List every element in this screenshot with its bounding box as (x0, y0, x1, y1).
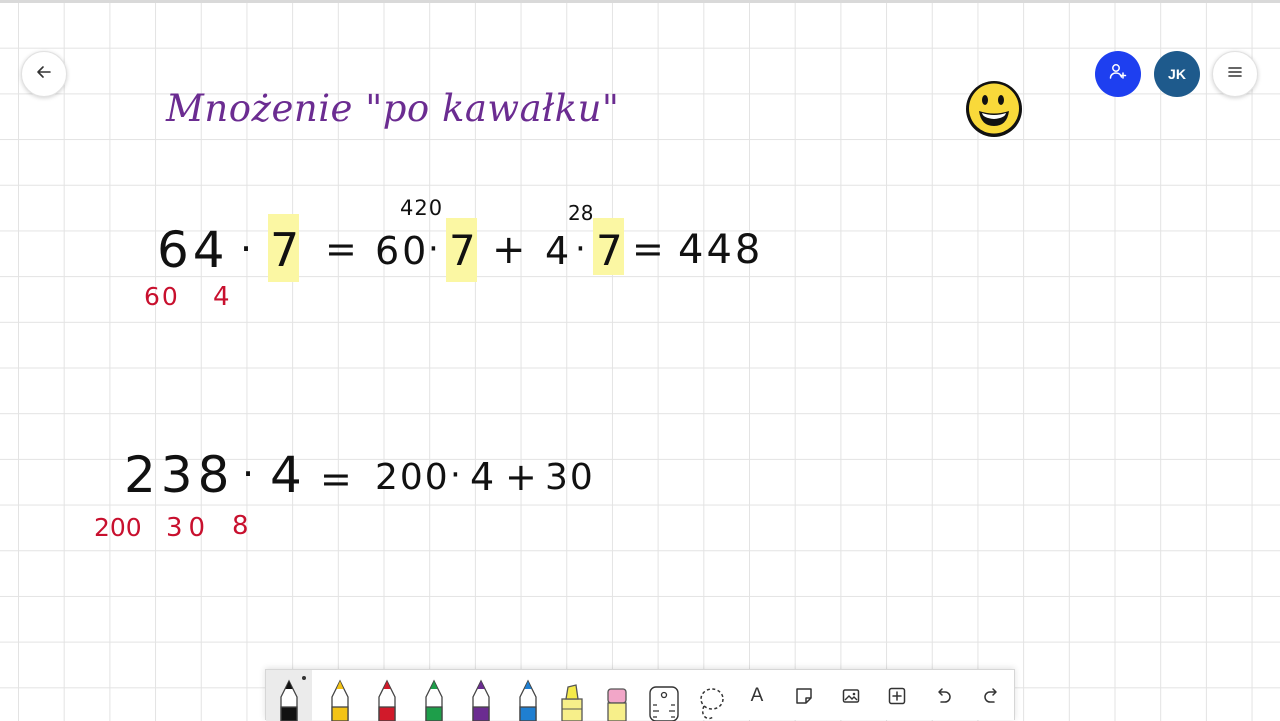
add-person-icon (1108, 62, 1128, 86)
back-button[interactable] (21, 51, 67, 97)
eq1-split-value: 60 (144, 282, 180, 311)
eq2-equals: = (320, 457, 352, 501)
eq1-part-7: 7 (449, 226, 476, 275)
sticky-note-tool[interactable] (791, 683, 817, 709)
eq1-split-value: 4 (213, 282, 230, 312)
purple-pen-tool[interactable] (461, 670, 501, 721)
pen-icon (472, 679, 490, 721)
eq1-dot: · (575, 229, 586, 269)
text-tool[interactable]: A (744, 683, 770, 709)
eq1-part-7: 7 (596, 226, 623, 275)
active-dot-indicator (302, 676, 306, 680)
eq1-partial-product: 420 (400, 196, 444, 220)
pen-color-band (425, 706, 443, 721)
eq1-plus: + (492, 227, 526, 273)
ruler-icon (649, 686, 679, 721)
board-title: Mnożenie "po kawałku" (166, 87, 620, 130)
eq1-dot: · (240, 227, 253, 271)
eq1-partial-product: 28 (568, 201, 594, 225)
menu-button[interactable] (1212, 51, 1258, 97)
undo-icon (938, 688, 951, 703)
pen-color-band (472, 706, 490, 721)
ruler-tool[interactable] (644, 670, 684, 721)
pen-color-band (331, 706, 349, 721)
invite-user-button[interactable] (1095, 51, 1141, 97)
eq2-part-30: 30 (545, 457, 595, 498)
eq2-dot: · (242, 452, 255, 496)
black-pen-tool[interactable] (266, 670, 312, 721)
top-edge (0, 0, 1280, 3)
redo-icon (984, 688, 997, 703)
eq1-factor-64: 64 (157, 221, 229, 279)
pen-icon (331, 679, 349, 721)
pen-icon (425, 679, 443, 721)
drawing-toolbar: A (265, 669, 1015, 721)
redo-button[interactable] (978, 683, 1004, 709)
pen-icon (519, 679, 537, 721)
insert-tool[interactable] (884, 683, 910, 709)
grinning-face-icon (964, 78, 1024, 144)
eq1-part-60: 60 (375, 229, 430, 273)
yellow-pen-tool[interactable] (320, 670, 360, 721)
pen-icon (280, 679, 298, 721)
image-tool[interactable] (838, 683, 864, 709)
arrow-left-icon (34, 62, 54, 86)
eq2-split-value: 200 (94, 513, 142, 542)
eq2-factor-238: 238 (124, 446, 235, 504)
lasso-tool[interactable] (691, 670, 731, 721)
eq1-result: 448 (678, 227, 764, 273)
eq2-split-value: 8 (232, 511, 249, 541)
eq2-factor-4: 4 (270, 446, 302, 504)
eq2-dot: · (450, 455, 461, 495)
eq1-equals: = (325, 227, 357, 271)
image-icon (842, 689, 860, 703)
eq1-equals: = (632, 227, 664, 271)
hamburger-icon (1225, 62, 1245, 86)
eq1-dot: · (428, 229, 439, 269)
user-avatar[interactable]: JK (1154, 51, 1200, 97)
plus-box-icon (888, 687, 906, 705)
highlighter-tool[interactable] (552, 670, 592, 721)
pen-icon (378, 679, 396, 721)
eq2-part-4: 4 (470, 455, 495, 499)
red-pen-tool[interactable] (367, 670, 407, 721)
eq2-plus: + (505, 455, 537, 499)
eq2-part-200: 200 (375, 457, 450, 498)
undo-button[interactable] (931, 683, 957, 709)
lasso-icon (700, 688, 724, 720)
pen-color-band (280, 706, 298, 721)
eq2-split-value: 30 (166, 513, 212, 543)
sticky-note-icon (796, 688, 812, 704)
eraser-icon (607, 688, 627, 721)
highlighter-icon (561, 684, 583, 721)
pen-color-band (519, 706, 537, 721)
pen-color-band (378, 706, 396, 721)
green-pen-tool[interactable] (414, 670, 454, 721)
eraser-tool[interactable] (598, 670, 636, 721)
eq1-part-4: 4 (545, 229, 570, 273)
eq1-factor-7: 7 (270, 223, 300, 277)
blue-pen-tool[interactable] (508, 670, 548, 721)
